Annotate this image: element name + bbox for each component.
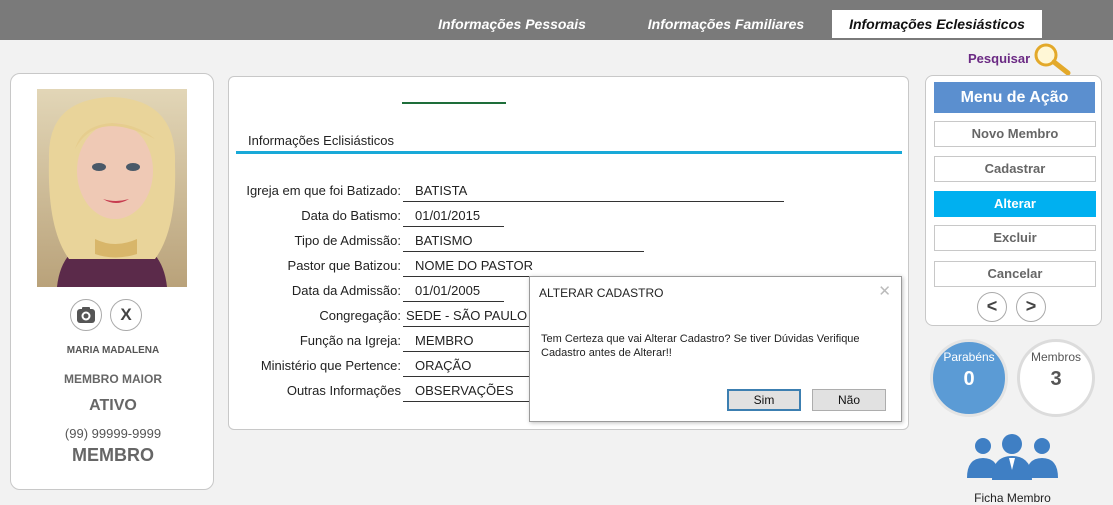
previous-record-button[interactable]: < [977,292,1007,322]
field-label-tipo-admissao: Tipo de Admissão: [294,233,401,248]
cadastrar-button[interactable]: Cadastrar [934,156,1096,182]
field-pastor-batizou[interactable]: NOME DO PASTOR [403,258,703,277]
alterar-cadastro-dialog: ALTERAR CADASTRO ✕ Tem Certeza que vai A… [529,276,902,422]
search-control[interactable]: Pesquisar [966,42,1076,76]
magnifier-icon[interactable] [1030,42,1072,76]
field-label-outras-informacoes: Outras Informações [286,383,401,398]
excluir-button[interactable]: Excluir [934,225,1096,251]
people-group-icon [967,434,1058,480]
top-tab-bar: Informações Pessoais Informações Familia… [0,0,1113,40]
tab-informacoes-familiares[interactable]: Informações Familiares [626,10,826,38]
tab-informacoes-pessoais[interactable]: Informações Pessoais [420,10,604,38]
dialog-title: ALTERAR CADASTRO [539,286,664,300]
field-igreja-batizado[interactable]: BATISTA [403,183,784,202]
yes-button[interactable]: Sim [727,389,801,411]
portrait-image [37,89,187,287]
members-label: Membros [1030,350,1081,364]
camera-icon [77,307,95,323]
section-divider [236,151,902,154]
field-label-data-batismo: Data do Batismo: [301,208,401,223]
member-status: ATIVO [89,397,137,414]
member-photo [37,89,187,287]
field-label-igreja-batizado: Igreja em que foi Batizado: [246,183,401,198]
ficha-membro-button[interactable]: Ficha Membro [955,432,1070,505]
field-congregacao[interactable]: SEDE - SÃO PAULO [403,308,529,327]
remove-photo-button[interactable]: X [110,299,142,331]
members-counter[interactable]: Membros 3 [1017,339,1095,417]
photo-button[interactable] [70,299,102,331]
close-icon[interactable]: ✕ [878,282,891,300]
ficha-membro-label: Ficha Membro [974,491,1051,505]
members-value: 3 [1050,368,1062,390]
field-label-pastor-batizou: Pastor que Batizou: [287,258,401,273]
field-tipo-admissao[interactable]: BATISMO [403,233,644,252]
member-card: X MARIA MADALENA MEMBRO MAIOR ATIVO (99)… [10,73,214,490]
member-role: MEMBRO [72,445,154,465]
next-record-button[interactable]: > [1016,292,1046,322]
field-funcao-igreja[interactable]: MEMBRO [403,333,529,352]
field-label-data-admissao: Data da Admissão: [291,283,401,298]
cancelar-button[interactable]: Cancelar [934,261,1096,287]
member-phone: (99) 99999-9999 [64,426,162,441]
no-button[interactable]: Não [812,389,886,411]
tab-informacoes-eclesiasticos[interactable]: Informações Eclesiásticos [832,10,1042,38]
action-menu: Menu de Ação Novo Membro Cadastrar Alter… [925,75,1102,326]
novo-membro-button[interactable]: Novo Membro [934,121,1096,147]
alterar-button[interactable]: Alterar [934,191,1096,217]
member-category: MEMBRO MAIOR [64,372,162,386]
birthdays-label: Parabéns [943,350,995,364]
field-label-congregacao: Congregação: [319,308,401,323]
field-data-admissao[interactable]: 01/01/2005 [403,283,504,302]
field-label-ministerio: Ministério que Pertence: [260,358,401,373]
action-menu-title: Menu de Ação [934,82,1095,113]
search-label[interactable]: Pesquisar [968,51,1030,66]
field-label-funcao-igreja: Função na Igreja: [299,333,401,348]
member-name: MARIA MADALENA [66,345,160,356]
field-ministerio[interactable]: ORAÇÃO [403,358,529,377]
field-outras-informacoes[interactable]: OBSERVAÇÕES [403,383,529,402]
field-data-batismo[interactable]: 01/01/2015 [403,208,504,227]
dialog-message: Tem Certeza que vai Alterar Cadastro? Se… [541,333,860,359]
birthdays-counter[interactable]: Parabéns 0 [930,339,1008,417]
birthdays-value: 0 [963,368,975,390]
section-title: Informações Eclisiásticos [248,133,394,148]
decorative-line [402,102,506,104]
